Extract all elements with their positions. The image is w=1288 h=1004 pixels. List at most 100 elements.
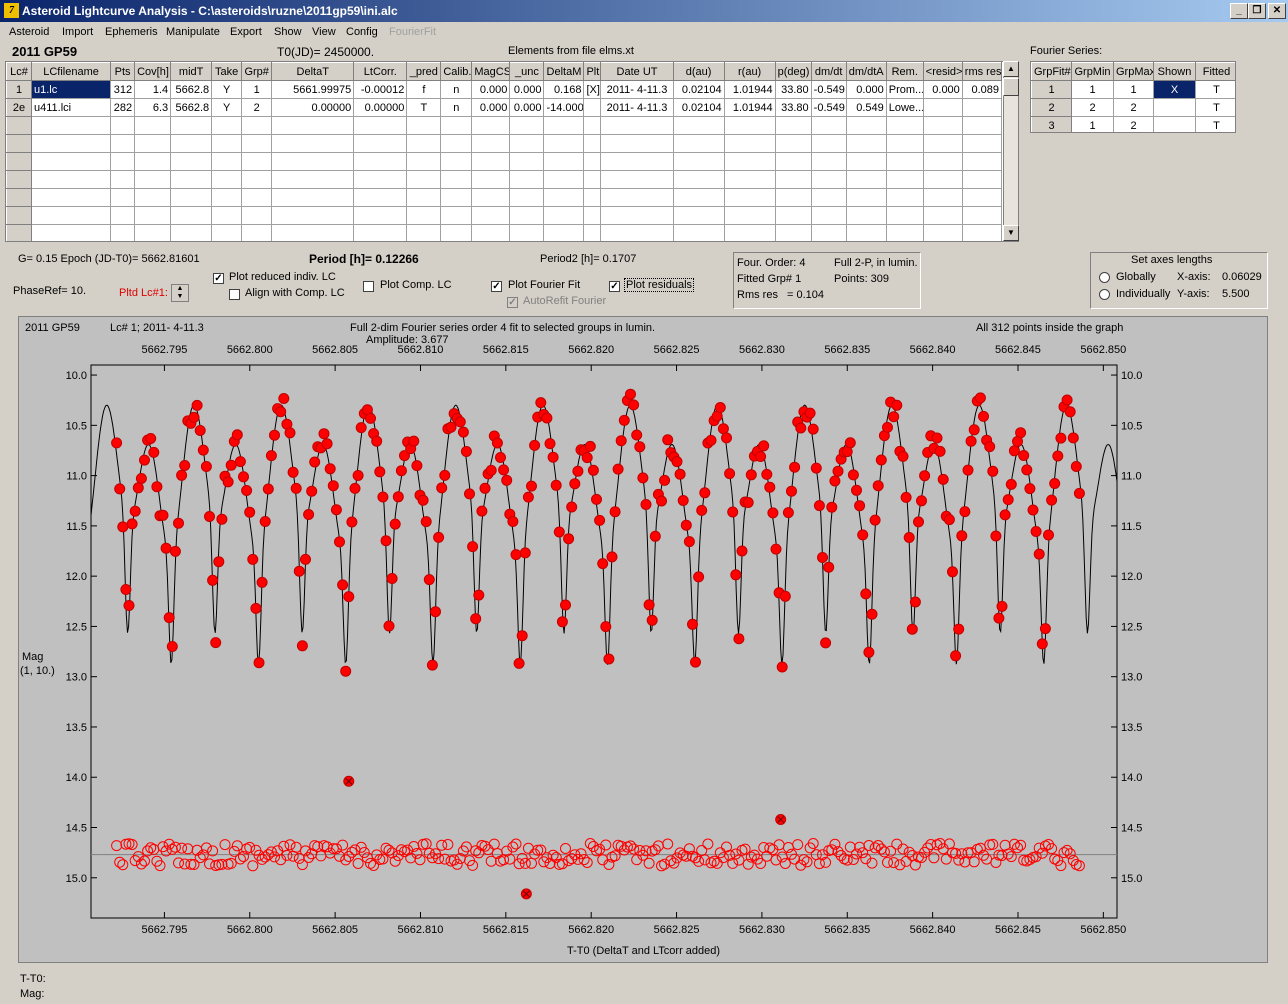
lc-cell[interactable]: 0.549 xyxy=(845,98,887,117)
lc-cell[interactable]: [X] xyxy=(583,80,602,99)
lc-cell[interactable] xyxy=(723,188,776,207)
lc-cell[interactable] xyxy=(471,116,511,135)
lc-cell[interactable] xyxy=(509,188,545,207)
lc-cell[interactable] xyxy=(774,206,812,225)
lc-column-header[interactable]: midT xyxy=(170,62,213,81)
globally-radio[interactable] xyxy=(1099,272,1110,283)
lc-cell[interactable]: 2011- 4-11.3 xyxy=(600,80,674,99)
lc-cell[interactable]: 5662.8 xyxy=(170,98,213,117)
fourier-table-row[interactable]: 111XT xyxy=(1031,80,1235,99)
lc-cell[interactable] xyxy=(583,134,602,153)
lc-cell[interactable] xyxy=(672,224,725,241)
lc-column-header[interactable]: Take xyxy=(211,62,243,81)
lc-cell[interactable] xyxy=(774,188,812,207)
lc-cell[interactable]: 1.01944 xyxy=(723,80,776,99)
lc-cell[interactable] xyxy=(110,152,136,171)
lc-cell[interactable] xyxy=(406,206,442,225)
lc-column-header[interactable]: DeltaM xyxy=(543,62,585,81)
lc-cell[interactable]: 0.00000 xyxy=(271,98,355,117)
lc-cell[interactable] xyxy=(6,206,33,225)
menu-asteroid[interactable]: Asteroid xyxy=(9,26,49,38)
fourier-cell[interactable]: T xyxy=(1195,116,1235,132)
lc-cell[interactable] xyxy=(543,152,585,171)
lc-cell[interactable]: Y xyxy=(211,98,243,117)
lc-cell[interactable] xyxy=(241,170,273,189)
lc-cell[interactable]: u1.lc xyxy=(31,80,112,99)
lc-cell[interactable] xyxy=(353,188,408,207)
lc-cell[interactable] xyxy=(170,134,213,153)
lc-cell[interactable] xyxy=(170,152,213,171)
plot-reduced-checkbox[interactable]: ✓ xyxy=(213,273,224,284)
lc-cell[interactable] xyxy=(110,206,136,225)
lc-cell[interactable]: 0.000 xyxy=(922,80,963,99)
lc-cell[interactable] xyxy=(271,188,355,207)
lc-cell[interactable]: 312 xyxy=(110,80,136,99)
lc-cell[interactable] xyxy=(810,188,847,207)
lc-cell[interactable]: 0.000 xyxy=(471,98,511,117)
lc-cell[interactable] xyxy=(211,134,243,153)
lc-column-header[interactable]: dm/dt xyxy=(810,62,847,81)
lc-cell[interactable] xyxy=(211,116,243,135)
lc-cell[interactable]: 0.000 xyxy=(509,98,545,117)
table-scrollbar[interactable]: ▲ ▼ xyxy=(1003,61,1019,242)
lc-cell[interactable] xyxy=(845,152,887,171)
lc-cell[interactable] xyxy=(110,134,136,153)
lc-column-header[interactable]: Grp# xyxy=(241,62,273,81)
scroll-down-button[interactable]: ▼ xyxy=(1003,225,1019,241)
lc-cell[interactable]: Prom... xyxy=(885,80,924,99)
lc-cell[interactable]: 2e xyxy=(6,98,33,117)
lc-table-row[interactable] xyxy=(6,224,1003,241)
lc-cell[interactable] xyxy=(271,152,355,171)
lc-table-row[interactable] xyxy=(6,116,1003,135)
lc-table-row[interactable] xyxy=(6,188,1003,207)
lc-cell[interactable]: 0.00000 xyxy=(353,98,408,117)
lc-cell[interactable] xyxy=(810,116,847,135)
lc-column-header[interactable]: Lc# xyxy=(6,62,33,81)
lc-cell[interactable] xyxy=(6,116,33,135)
lc-cell[interactable] xyxy=(170,116,213,135)
lc-cell[interactable]: 1.01944 xyxy=(723,98,776,117)
lc-cell[interactable] xyxy=(170,188,213,207)
lc-cell[interactable] xyxy=(961,224,1003,241)
lc-cell[interactable] xyxy=(672,170,725,189)
lc-cell[interactable]: 1 xyxy=(6,80,33,99)
fourier-cell[interactable]: X xyxy=(1153,80,1196,99)
lc-cell[interactable] xyxy=(723,116,776,135)
lc-cell[interactable] xyxy=(961,98,1003,117)
lc-cell[interactable] xyxy=(774,224,812,241)
lc-cell[interactable] xyxy=(583,206,602,225)
lc-cell[interactable] xyxy=(6,170,33,189)
lc-cell[interactable] xyxy=(6,152,33,171)
lc-cell[interactable] xyxy=(774,152,812,171)
lc-column-header[interactable]: LCfilename xyxy=(31,62,112,81)
fourier-table-row[interactable]: 222T xyxy=(1031,98,1235,117)
fourier-cell[interactable]: T xyxy=(1195,80,1235,99)
lc-cell[interactable]: 0.168 xyxy=(543,80,585,99)
lc-table-row[interactable] xyxy=(6,170,1003,189)
lc-cell[interactable] xyxy=(406,224,442,241)
lightcurve-chart[interactable]: 2011 GP59 Lc# 1; 2011- 4-11.3 Full 2-dim… xyxy=(18,316,1268,963)
plot-comp-checkbox[interactable] xyxy=(363,281,374,292)
lc-cell[interactable] xyxy=(110,224,136,241)
lc-cell[interactable] xyxy=(672,152,725,171)
lc-cell[interactable] xyxy=(922,170,963,189)
lc-cell[interactable] xyxy=(211,206,243,225)
lc-cell[interactable] xyxy=(774,170,812,189)
scroll-thumb[interactable] xyxy=(1003,78,1019,96)
lc-cell[interactable] xyxy=(471,224,511,241)
fourier-column-header[interactable]: GrpFit# xyxy=(1031,62,1072,81)
lc-cell[interactable]: 2 xyxy=(241,98,273,117)
lc-cell[interactable] xyxy=(271,170,355,189)
lc-table-row[interactable] xyxy=(6,206,1003,225)
lc-cell[interactable] xyxy=(6,188,33,207)
lc-cell[interactable] xyxy=(271,224,355,241)
lc-cell[interactable] xyxy=(134,206,172,225)
lc-cell[interactable] xyxy=(810,170,847,189)
lc-cell[interactable] xyxy=(961,206,1003,225)
lc-cell[interactable] xyxy=(271,206,355,225)
lc-cell[interactable]: 1.4 xyxy=(134,80,172,99)
fourier-cell[interactable]: 1 xyxy=(1031,80,1072,99)
lc-cell[interactable] xyxy=(134,134,172,153)
lc-cell[interactable] xyxy=(406,152,442,171)
lc-cell[interactable] xyxy=(110,116,136,135)
